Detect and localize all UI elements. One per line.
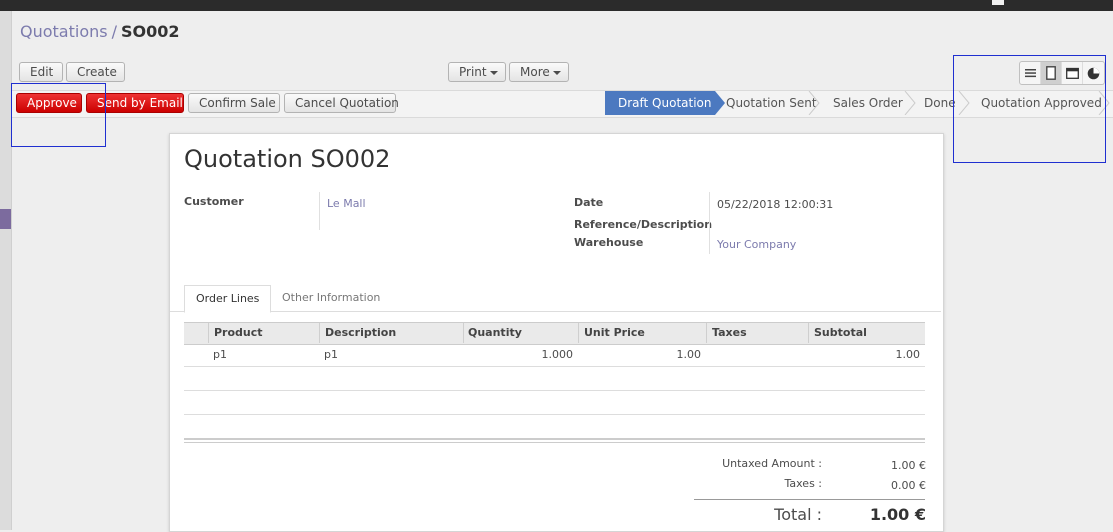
stage-chevron-icon — [904, 91, 916, 115]
breadcrumb-current: SO002 — [120, 22, 180, 41]
sidebar-active-marker — [0, 209, 11, 229]
stage-quotation-sent[interactable]: Quotation Sent — [726, 91, 817, 115]
table-footer-rule — [184, 438, 925, 443]
cell-product[interactable]: p1 — [213, 348, 227, 361]
tab-order-lines[interactable]: Order Lines — [184, 285, 272, 313]
warehouse-label: Warehouse — [574, 236, 644, 249]
column-header-subtotal[interactable]: Subtotal — [814, 326, 867, 339]
column-header-description[interactable]: Description — [325, 326, 396, 339]
table-row-divider — [184, 366, 925, 367]
untaxed-amount-value: 1.00 € — [891, 459, 926, 472]
stage-done[interactable]: Done — [924, 91, 956, 115]
column-separator — [706, 323, 707, 343]
edit-button[interactable]: Edit — [19, 62, 63, 82]
cell-quantity[interactable]: 1.000 — [463, 348, 574, 361]
cell-description[interactable]: p1 — [324, 348, 338, 361]
print-dropdown-button[interactable]: Print — [448, 62, 506, 82]
more-dropdown-button[interactable]: More — [509, 62, 569, 82]
create-button[interactable]: Create — [66, 62, 125, 82]
total-label: Total : — [774, 505, 822, 524]
customer-field[interactable]: Le Mall — [327, 197, 366, 210]
confirm-sale-button[interactable]: Confirm Sale — [188, 93, 280, 113]
highlight-box-views — [953, 55, 1106, 163]
taxes-value: 0.00 € — [891, 479, 926, 492]
chevron-down-icon — [552, 70, 561, 75]
totals-rule — [694, 499, 925, 500]
table-row-divider — [184, 414, 925, 415]
stage-draft-quotation[interactable]: Draft Quotation — [605, 91, 725, 115]
top-menu-bar — [0, 0, 1113, 11]
stage-sales-order[interactable]: Sales Order — [833, 91, 903, 115]
breadcrumb-separator: / — [111, 22, 117, 41]
total-value: 1.00 € — [869, 505, 926, 524]
column-header-product[interactable]: Product — [214, 326, 263, 339]
column-separator — [319, 323, 320, 343]
column-header-unit-price[interactable]: Unit Price — [584, 326, 645, 339]
cell-subtotal[interactable]: 1.00 — [808, 348, 921, 361]
title-prefix: Quotation — [184, 145, 303, 173]
cell-unit-price[interactable]: 1.00 — [578, 348, 702, 361]
column-separator — [578, 323, 579, 343]
cancel-quotation-button[interactable]: Cancel Quotation — [284, 93, 399, 113]
breadcrumb: Quotations / SO002 — [20, 22, 180, 41]
field-divider — [319, 192, 320, 230]
title-name: SO002 — [310, 145, 391, 173]
stage-chevron-icon — [808, 91, 820, 115]
breadcrumb-quotations-link[interactable]: Quotations — [20, 22, 108, 41]
customer-label: Customer — [184, 195, 244, 208]
highlight-box-approve — [11, 83, 106, 147]
record-title: Quotation SO002 — [184, 145, 390, 173]
tabs-underline — [170, 311, 941, 312]
column-header-taxes[interactable]: Taxes — [712, 326, 747, 339]
date-label: Date — [574, 196, 604, 209]
date-field[interactable]: 05/22/2018 12:00:31 — [717, 198, 833, 211]
field-divider — [709, 192, 710, 254]
top-bar-chip — [992, 0, 1004, 5]
reference-label: Reference/Description — [574, 218, 713, 231]
warehouse-field[interactable]: Your Company — [717, 238, 796, 251]
untaxed-amount-label: Untaxed Amount : — [722, 457, 822, 470]
tab-other-information[interactable]: Other Information — [271, 285, 391, 311]
table-row-divider — [184, 390, 925, 391]
column-separator — [208, 323, 209, 343]
chevron-down-icon — [489, 70, 498, 75]
column-header-quantity[interactable]: Quantity — [468, 326, 522, 339]
column-separator — [808, 323, 809, 343]
taxes-label: Taxes : — [784, 477, 822, 490]
more-label: More — [520, 65, 550, 79]
print-label: Print — [459, 65, 487, 79]
column-separator — [463, 323, 464, 343]
